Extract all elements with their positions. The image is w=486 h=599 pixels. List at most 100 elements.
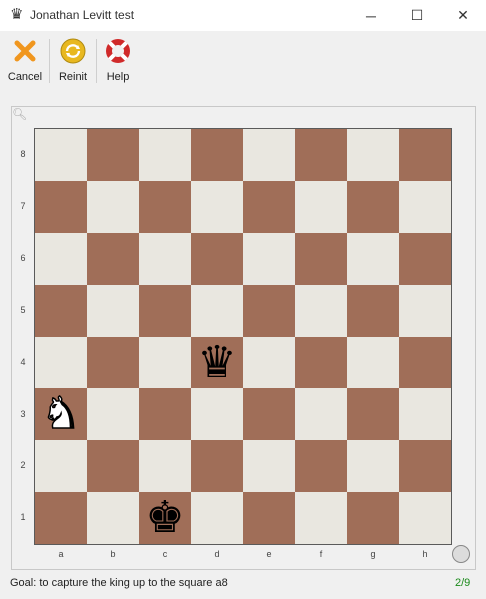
square-h2[interactable] [399, 440, 451, 493]
square-c5[interactable] [139, 284, 191, 337]
toolbar-separator [49, 39, 50, 83]
file-label: h [422, 549, 428, 559]
reinit-button[interactable]: Reinit [55, 37, 91, 83]
file-label: a [58, 549, 64, 559]
square-e1[interactable] [243, 492, 295, 545]
square-c4[interactable] [139, 336, 191, 389]
rank-label: 4 [20, 356, 26, 367]
square-d5[interactable] [191, 284, 243, 337]
square-d8[interactable] [191, 129, 243, 181]
square-d6[interactable] [191, 232, 243, 285]
square-g6[interactable] [347, 232, 399, 285]
progress-counter: 2/9 [455, 577, 471, 589]
square-f8[interactable] [295, 129, 347, 181]
square-e2[interactable] [243, 440, 295, 493]
toolbar-separator [96, 39, 97, 83]
square-f2[interactable] [295, 440, 347, 493]
close-button[interactable]: ✕ [440, 0, 486, 31]
square-c3[interactable] [139, 388, 191, 441]
square-e4[interactable] [243, 336, 295, 389]
square-d2[interactable] [191, 440, 243, 493]
square-b5[interactable] [87, 284, 139, 337]
square-a5[interactable] [35, 284, 87, 337]
square-g8[interactable] [347, 129, 399, 181]
square-h3[interactable] [399, 388, 451, 441]
square-a8[interactable] [35, 129, 87, 181]
toolbar: Cancel Reinit Help [0, 31, 486, 91]
square-e8[interactable] [243, 129, 295, 181]
help-button[interactable]: Help [102, 37, 134, 83]
window-title: Jonathan Levitt test [30, 8, 135, 22]
square-f3[interactable] [295, 388, 347, 441]
square-b8[interactable] [87, 129, 139, 181]
square-h4[interactable] [399, 336, 451, 389]
reinit-icon [60, 38, 86, 64]
white-knight-piece[interactable]: ♞ [41, 391, 82, 437]
square-c8[interactable] [139, 129, 191, 181]
square-b4[interactable] [87, 336, 139, 389]
chess-queen-icon: ♛ [10, 6, 24, 23]
file-label: c [162, 549, 168, 559]
square-d1[interactable] [191, 492, 243, 545]
square-a6[interactable] [35, 232, 87, 285]
square-d7[interactable] [191, 180, 243, 233]
square-b1[interactable] [87, 492, 139, 545]
cancel-icon [14, 40, 36, 62]
chessboard[interactable]: ♛ ♞ ♚ [34, 128, 452, 545]
square-a7[interactable] [35, 180, 87, 233]
square-h6[interactable] [399, 232, 451, 285]
square-e3[interactable] [243, 388, 295, 441]
square-h1[interactable] [399, 492, 451, 545]
square-h8[interactable] [399, 129, 451, 181]
square-c1[interactable]: ♚ [139, 492, 191, 545]
square-d4[interactable]: ♛ [191, 336, 243, 389]
square-b6[interactable] [87, 232, 139, 285]
rank-label: 8 [20, 149, 26, 159]
square-f1[interactable] [295, 492, 347, 545]
minimize-button[interactable]: ─ [348, 0, 394, 31]
square-f4[interactable] [295, 336, 347, 389]
rank-label: 6 [20, 252, 26, 263]
file-label: d [214, 549, 220, 559]
square-a1[interactable] [35, 492, 87, 545]
square-a4[interactable] [35, 336, 87, 389]
square-d3[interactable] [191, 388, 243, 441]
rank-label: 5 [20, 304, 26, 315]
file-label: g [370, 549, 376, 559]
square-e6[interactable] [243, 232, 295, 285]
square-b3[interactable] [87, 388, 139, 441]
maximize-button[interactable]: ☐ [394, 0, 440, 31]
square-c2[interactable] [139, 440, 191, 493]
black-queen-piece[interactable]: ♛ [197, 340, 236, 385]
square-g7[interactable] [347, 180, 399, 233]
rank-label: 1 [20, 512, 26, 523]
square-h5[interactable] [399, 284, 451, 337]
square-c7[interactable] [139, 180, 191, 233]
file-label: e [266, 549, 272, 559]
square-a2[interactable] [35, 440, 87, 493]
square-e5[interactable] [243, 284, 295, 337]
goal-text: Goal: to capture the king up to the squa… [10, 577, 228, 589]
square-g3[interactable] [347, 388, 399, 441]
square-h7[interactable] [399, 180, 451, 233]
rank-label: 3 [20, 408, 26, 419]
square-e7[interactable] [243, 180, 295, 233]
square-g5[interactable] [347, 284, 399, 337]
square-a3[interactable]: ♞ [35, 388, 87, 441]
square-g1[interactable] [347, 492, 399, 545]
reinit-label: Reinit [58, 71, 88, 83]
square-f5[interactable] [295, 284, 347, 337]
cancel-button[interactable]: Cancel [6, 37, 44, 83]
square-b7[interactable] [87, 180, 139, 233]
square-f6[interactable] [295, 232, 347, 285]
square-c6[interactable] [139, 232, 191, 285]
magnifier-icon[interactable]: 🔍︎ [12, 107, 27, 121]
square-g4[interactable] [347, 336, 399, 389]
lifebuoy-icon [106, 39, 130, 63]
square-b2[interactable] [87, 440, 139, 493]
title-bar: ♛ Jonathan Levitt test ─ ☐ ✕ [0, 0, 486, 31]
square-f7[interactable] [295, 180, 347, 233]
help-label: Help [106, 71, 130, 83]
black-king-piece[interactable]: ♚ [145, 496, 184, 540]
square-g2[interactable] [347, 440, 399, 493]
